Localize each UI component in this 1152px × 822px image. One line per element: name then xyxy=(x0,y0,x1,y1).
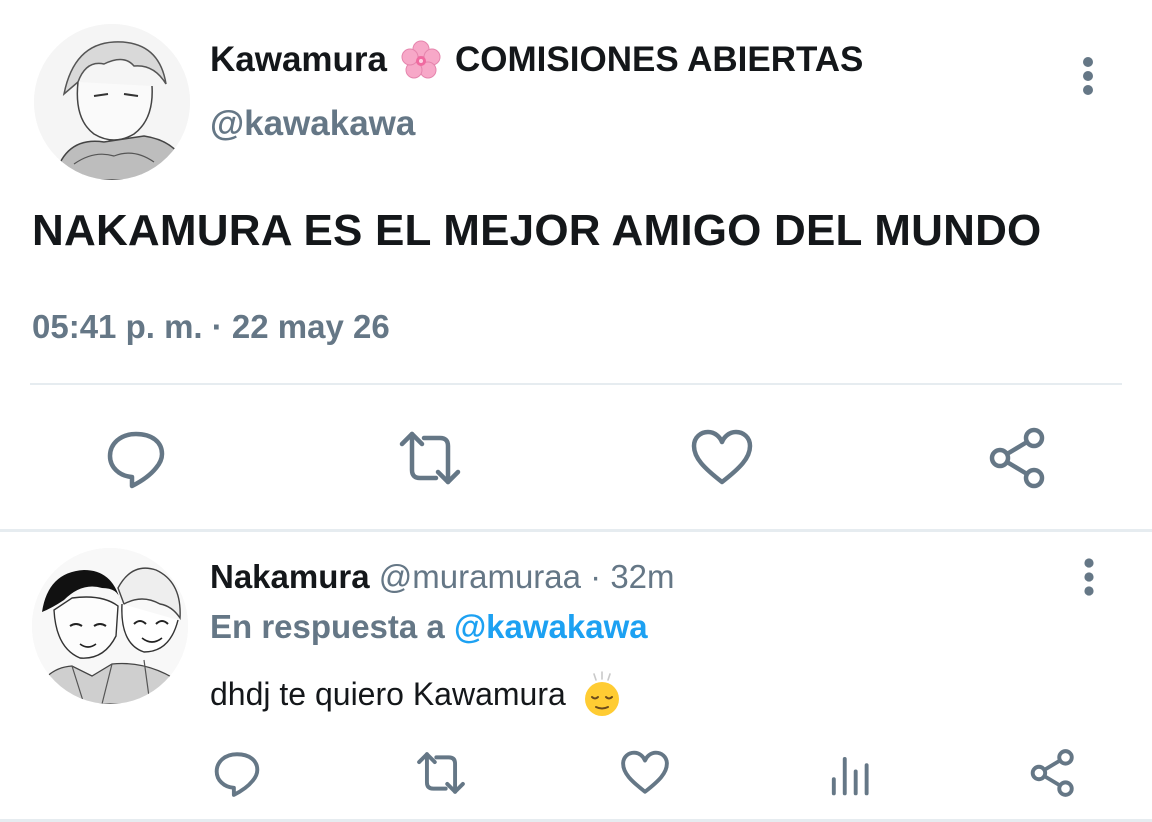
share-icon[interactable] xyxy=(1028,748,1078,798)
reply-author-avatar[interactable] xyxy=(32,548,188,704)
tweet-timestamp[interactable]: 05:41 p. m. · 22 may 26 xyxy=(32,308,390,346)
reply-text-line: dhdj te quiero Kawamura xyxy=(210,670,624,718)
divider xyxy=(30,383,1122,385)
like-icon[interactable] xyxy=(620,748,670,798)
reply-icon[interactable] xyxy=(104,426,168,490)
tweet-text: NAKAMURA ES EL MEJOR AMIGO DEL MUNDO xyxy=(32,206,1042,255)
author-name-suffix: COMISIONES ABIERTAS xyxy=(455,40,864,79)
relieved-face-emoji xyxy=(580,670,624,718)
cherry-blossom-icon xyxy=(401,40,441,80)
in-reply-to: En respuesta a @kawakawa xyxy=(210,608,648,646)
reply-header: Nakamura @muramuraa · 32m xyxy=(210,558,675,596)
more-options-icon[interactable] xyxy=(1078,558,1100,596)
author-name[interactable]: Kawamura xyxy=(210,40,387,80)
more-options-icon[interactable] xyxy=(1076,56,1100,96)
analytics-icon[interactable] xyxy=(826,748,876,798)
reply-text: dhdj te quiero Kawamura xyxy=(210,675,566,712)
reply-handle-time[interactable]: @muramuraa · 32m xyxy=(379,558,675,595)
reply-icon[interactable] xyxy=(212,748,262,798)
share-icon[interactable] xyxy=(986,426,1050,490)
author-handle[interactable]: @kawakawa xyxy=(210,104,415,144)
author-avatar[interactable] xyxy=(34,24,190,180)
retweet-icon[interactable] xyxy=(416,748,466,798)
divider xyxy=(0,529,1152,532)
in-reply-prefix: En respuesta a xyxy=(210,608,445,645)
in-reply-mention-link[interactable]: @kawakawa xyxy=(454,608,648,645)
retweet-icon[interactable] xyxy=(398,426,462,490)
reply-author-name[interactable]: Nakamura xyxy=(210,558,370,595)
author-name-line[interactable]: Kawamura COMISIONES ABIERTAS xyxy=(210,40,863,80)
like-icon[interactable] xyxy=(690,426,754,490)
